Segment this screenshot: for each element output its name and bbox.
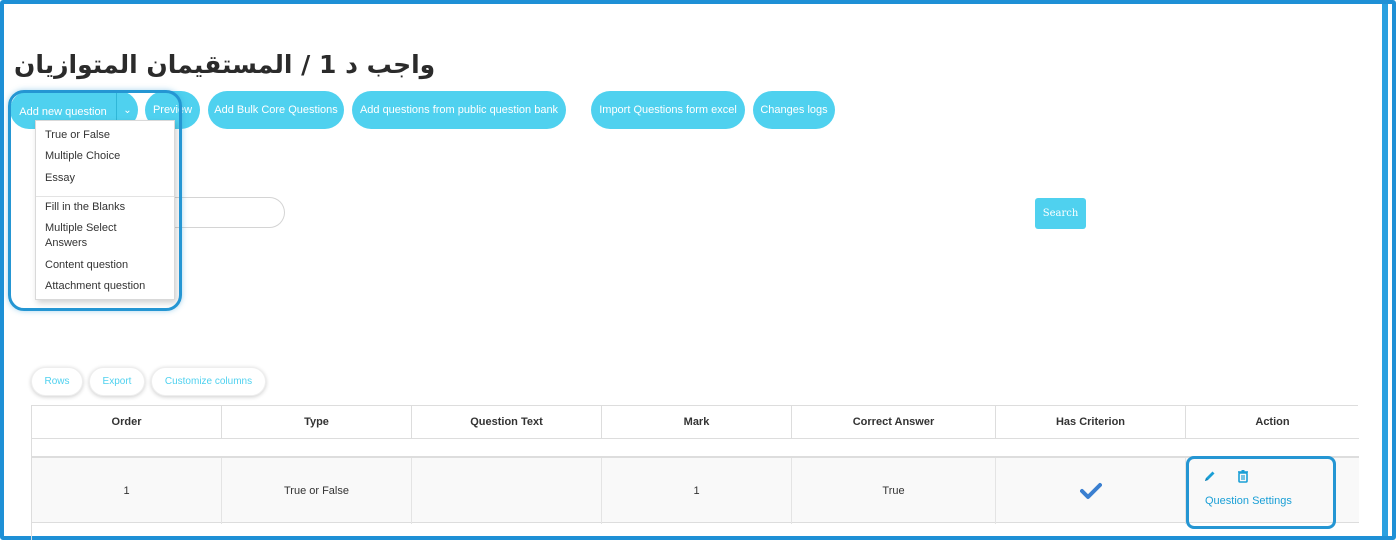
menu-divider xyxy=(36,196,174,197)
question-type-menu: True or False Multiple Choice Essay Fill… xyxy=(35,120,175,300)
cell-mark: 1 xyxy=(602,458,792,524)
import-questions-excel-button[interactable]: Import Questions form excel xyxy=(591,91,745,129)
pencil-icon[interactable] xyxy=(1203,469,1217,483)
menu-item-essay[interactable]: Essay xyxy=(45,171,165,186)
column-header-has-criterion[interactable]: Has Criterion xyxy=(996,406,1186,439)
column-header-mark[interactable]: Mark xyxy=(602,406,792,439)
add-bulk-core-questions-button[interactable]: Add Bulk Core Questions xyxy=(208,91,344,129)
column-header-action: Action xyxy=(1186,406,1359,439)
table-row: 1 True or False 1 True xyxy=(32,457,1359,524)
menu-item-attachment-question[interactable]: Attachment question xyxy=(45,279,165,294)
rows-button[interactable]: Rows xyxy=(31,367,83,396)
cell-question-text xyxy=(412,458,602,524)
export-button[interactable]: Export xyxy=(89,367,145,396)
column-header-order[interactable]: Order xyxy=(32,406,222,439)
cell-type: True or False xyxy=(222,458,412,524)
menu-item-true-false[interactable]: True or False xyxy=(45,128,165,143)
column-header-type[interactable]: Type xyxy=(222,406,412,439)
cell-has-criterion xyxy=(996,458,1186,524)
menu-item-multiple-select[interactable]: Multiple Select Answers xyxy=(45,221,135,251)
chevron-down-icon: ⌄ xyxy=(123,104,132,116)
filter-row xyxy=(32,439,1359,457)
column-header-question-text[interactable]: Question Text xyxy=(412,406,602,439)
menu-item-multiple-choice[interactable]: Multiple Choice xyxy=(45,149,165,164)
page-title: واجب د 1 / المستقيمان المتوازيان xyxy=(14,50,436,79)
cell-correct-answer: True xyxy=(792,458,996,524)
menu-item-content-question[interactable]: Content question xyxy=(45,258,165,273)
customize-columns-button[interactable]: Customize columns xyxy=(151,367,266,396)
changes-logs-button[interactable]: Changes logs xyxy=(753,91,835,129)
question-settings-link[interactable]: Question Settings xyxy=(1205,495,1292,507)
column-header-correct-answer[interactable]: Correct Answer xyxy=(792,406,996,439)
menu-item-fill-blanks[interactable]: Fill in the Blanks xyxy=(45,200,165,215)
cell-action xyxy=(1186,458,1359,524)
search-button[interactable]: Search xyxy=(1035,198,1086,229)
trash-icon[interactable] xyxy=(1236,469,1250,483)
cell-order: 1 xyxy=(32,458,222,524)
add-from-public-bank-button[interactable]: Add questions from public question bank xyxy=(352,91,566,129)
questions-table: Order Type Question Text Mark Correct An… xyxy=(31,405,1359,540)
check-icon xyxy=(1079,483,1102,499)
